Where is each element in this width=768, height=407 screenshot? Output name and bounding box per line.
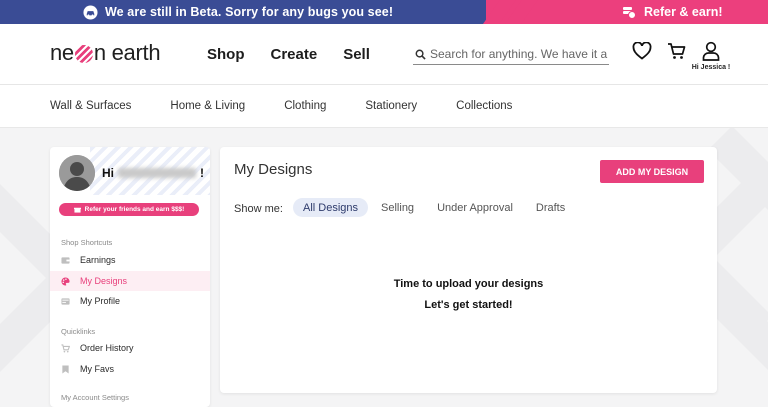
empty-state-subtitle: Let's get started!	[424, 299, 513, 311]
palette-icon	[61, 276, 70, 286]
section-shop-shortcuts: Shop Shortcuts	[61, 238, 113, 247]
logo-text-start: ne	[50, 40, 74, 65]
redacted-username	[118, 168, 196, 178]
section-quicklinks: Quicklinks	[61, 327, 96, 336]
empty-state-title: Time to upload your designs	[393, 278, 544, 290]
sidebar-item-label: My Favs	[80, 364, 115, 374]
tab-all-designs[interactable]: All Designs	[293, 198, 369, 217]
search-icon[interactable]	[415, 49, 426, 60]
category-collections[interactable]: Collections	[456, 100, 512, 112]
sidebar-item-label: My Designs	[80, 276, 128, 286]
beta-message-text: We are still in Beta. Sorry for any bugs…	[105, 5, 394, 19]
sidebar-item-label: Earnings	[80, 255, 116, 265]
bookmark-icon	[62, 364, 69, 374]
site-header: ne n earth Shop Create Sell	[0, 24, 768, 85]
refer-friends-label: Refer your friends and earn $$$!	[84, 206, 185, 213]
wallet-icon	[61, 256, 70, 264]
logo-mark	[74, 45, 93, 63]
show-me-label: Show me:	[234, 203, 283, 215]
avatar-silhouette-icon	[59, 155, 95, 191]
account-sidebar: Hi ! Refer your friends and earn $$$! Sh…	[50, 147, 210, 407]
greeting-prefix: Hi	[102, 166, 114, 180]
tab-selling[interactable]: Selling	[371, 198, 424, 217]
user-icon[interactable]	[702, 41, 720, 61]
nav-sell[interactable]: Sell	[343, 46, 370, 63]
profile-greeting: Hi !	[102, 166, 204, 180]
beta-banner: We are still in Beta. Sorry for any bugs…	[0, 0, 768, 24]
sidebar-item-my-favs[interactable]: My Favs	[50, 359, 210, 379]
heart-icon[interactable]	[632, 42, 652, 60]
greeting-suffix: !	[200, 166, 204, 180]
user-greeting: Hi Jessica !	[691, 64, 731, 71]
beta-message: We are still in Beta. Sorry for any bugs…	[83, 0, 393, 24]
refer-earn-link[interactable]: Refer & earn!	[622, 0, 723, 24]
car-icon	[83, 4, 98, 20]
my-designs-panel: My Designs ADD MY DESIGN Show me: All De…	[220, 147, 717, 393]
add-my-design-button[interactable]: ADD MY DESIGN	[600, 160, 704, 183]
avatar[interactable]	[59, 155, 95, 191]
category-stationery[interactable]: Stationery	[365, 100, 417, 112]
sidebar-item-earnings[interactable]: Earnings	[50, 250, 210, 270]
sidebar-item-label: Order History	[80, 343, 134, 353]
category-bar: Wall & Surfaces Home & Living Clothing S…	[0, 85, 768, 128]
nav-create[interactable]: Create	[271, 46, 318, 63]
sidebar-item-label: My Profile	[80, 296, 121, 306]
page-title: My Designs	[234, 161, 313, 178]
search-bar	[413, 44, 609, 65]
cart-icon	[61, 343, 70, 352]
coins-icon	[623, 7, 636, 19]
refer-earn-label: Refer & earn!	[644, 5, 723, 19]
neon-earth-logo[interactable]: ne n earth	[50, 40, 161, 66]
refer-friends-button[interactable]: Refer your friends and earn $$$!	[59, 203, 199, 216]
sidebar-item-my-profile[interactable]: My Profile	[50, 291, 210, 311]
category-clothing[interactable]: Clothing	[284, 100, 326, 112]
logo-text-end: n earth	[93, 40, 161, 65]
nav-shop[interactable]: Shop	[207, 46, 245, 63]
section-account-settings: My Account Settings	[61, 393, 129, 402]
search-input[interactable]	[430, 47, 608, 61]
tab-under-approval[interactable]: Under Approval	[427, 198, 523, 217]
tab-drafts[interactable]: Drafts	[526, 198, 575, 217]
sidebar-item-my-designs[interactable]: My Designs	[50, 271, 210, 291]
cart-icon[interactable]	[667, 42, 686, 60]
gift-icon	[73, 207, 81, 213]
main-nav: Shop Create Sell	[207, 24, 396, 84]
design-filter-tabs: All Designs Selling Under Approval Draft…	[293, 198, 578, 217]
sidebar-item-order-history[interactable]: Order History	[50, 338, 210, 358]
id-card-icon	[61, 297, 70, 305]
category-wall-surfaces[interactable]: Wall & Surfaces	[50, 100, 131, 112]
category-home-living[interactable]: Home & Living	[170, 100, 245, 112]
